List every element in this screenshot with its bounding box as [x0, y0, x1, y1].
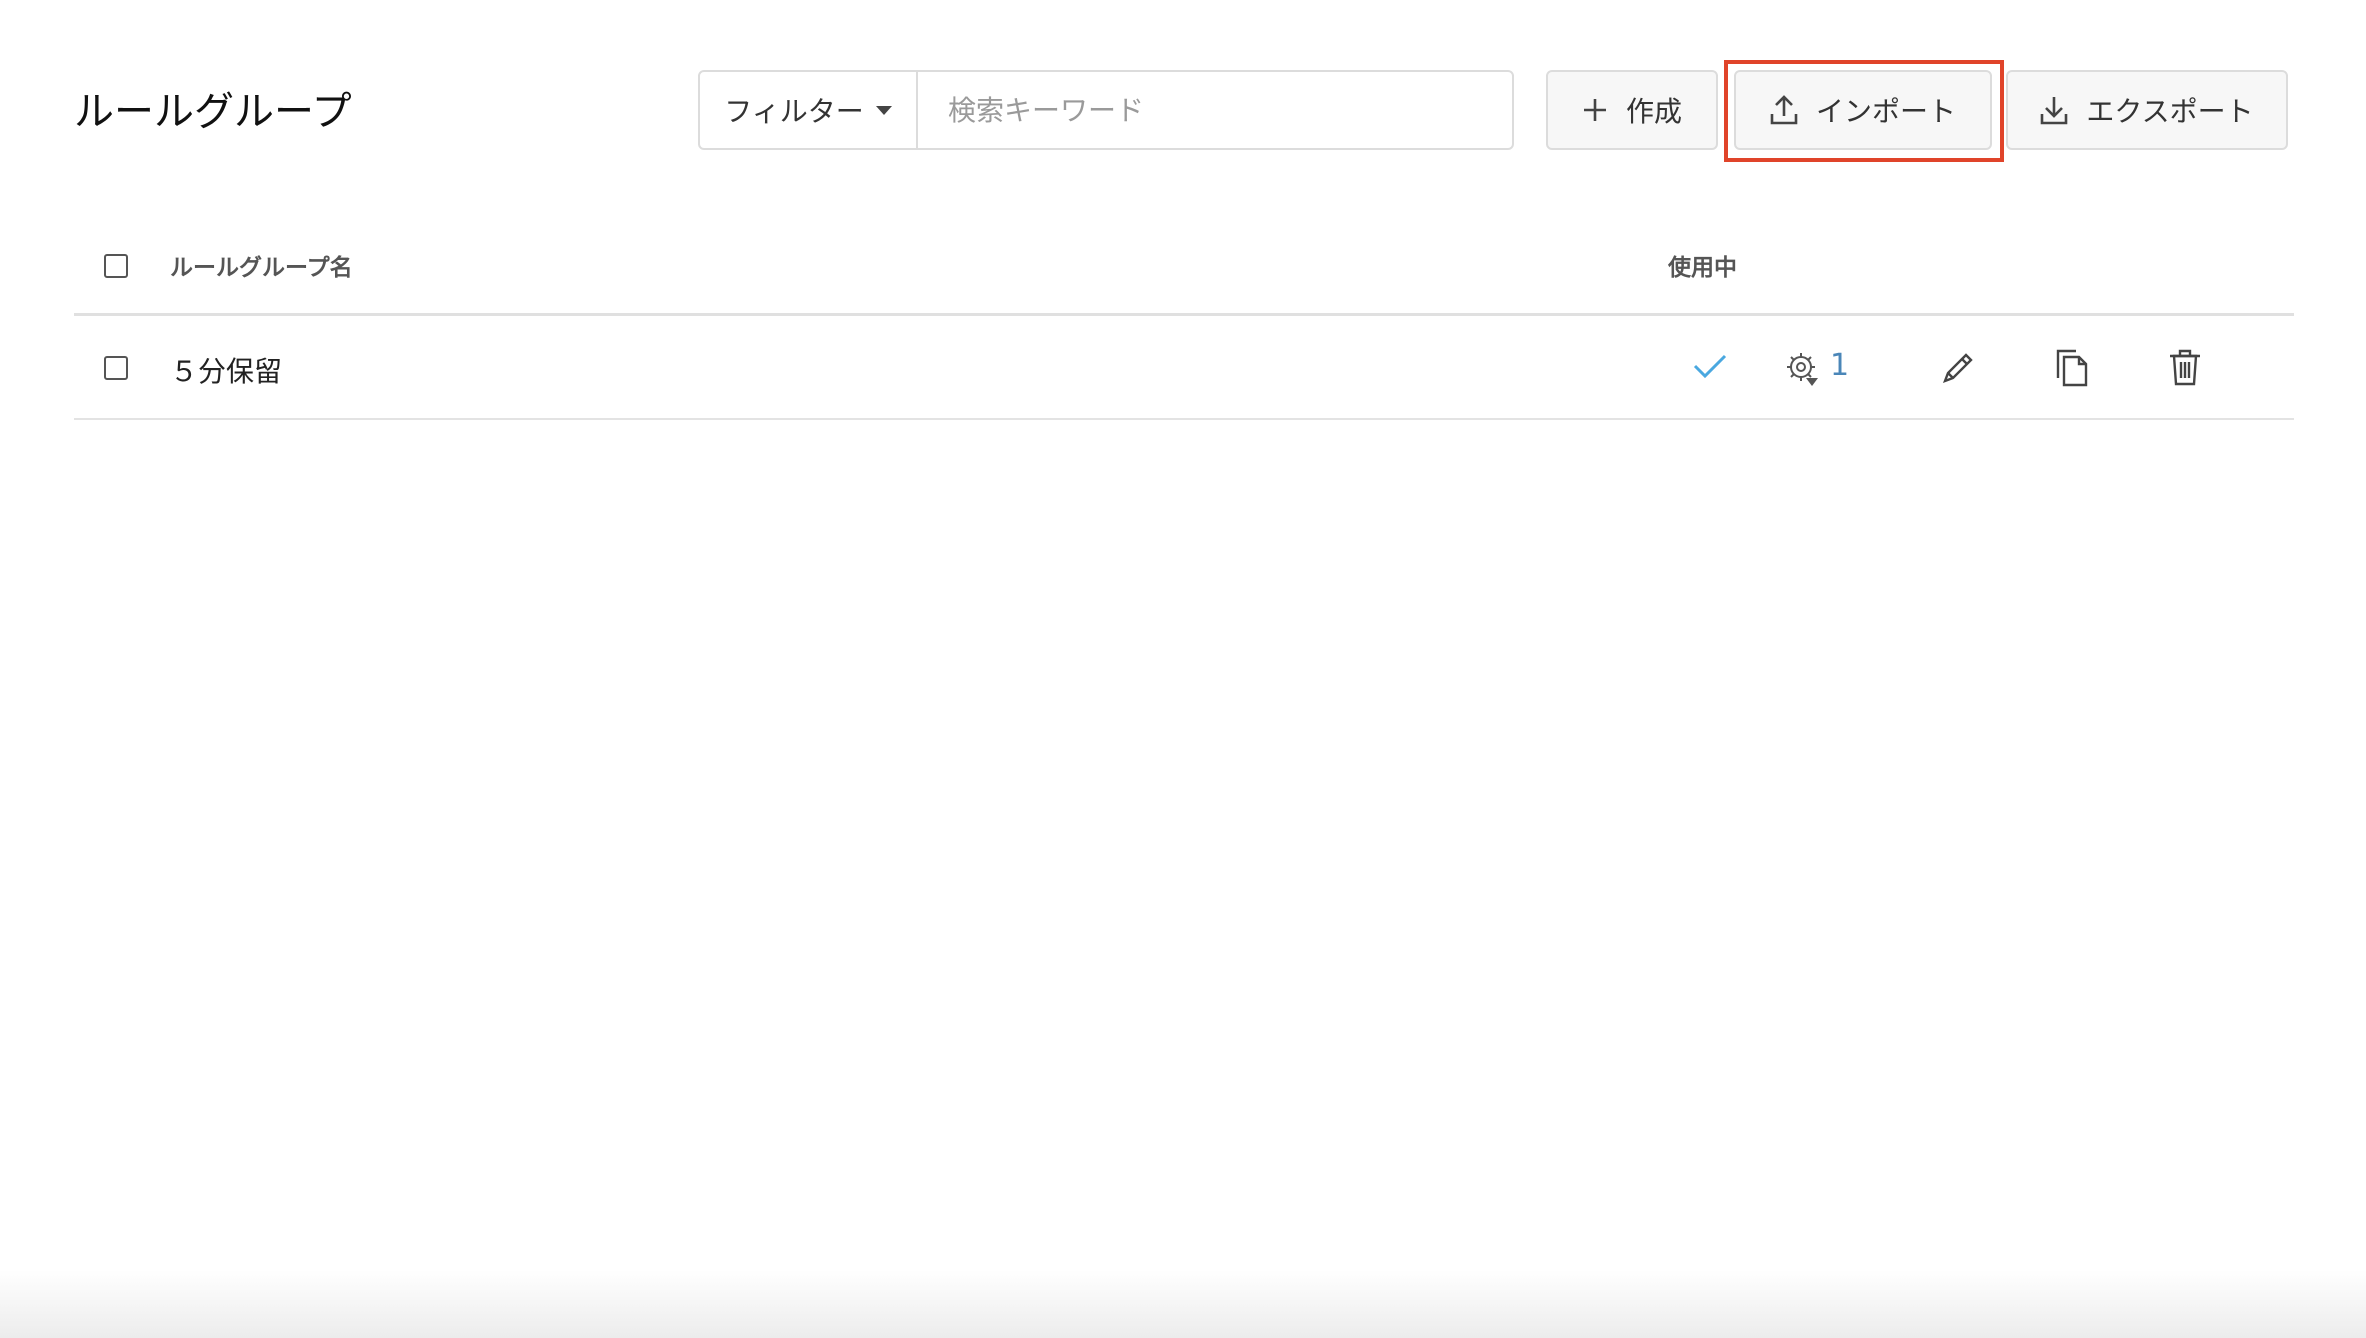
filter-label: フィルター — [724, 95, 864, 128]
rule-group-name: ５分保留 — [170, 355, 283, 388]
row-checkbox[interactable] — [104, 356, 128, 380]
download-icon — [2041, 97, 2068, 125]
rule-count[interactable]: 1 — [1830, 348, 1849, 383]
column-header-name: ルールグループ名 — [170, 255, 353, 281]
filter-dropdown[interactable]: フィルター — [700, 72, 918, 148]
check-icon — [1692, 352, 1728, 384]
rule-group-page: ルールグループ フィルター 作成 インポート エクスポート — [0, 0, 2366, 1338]
search-input[interactable] — [918, 72, 1512, 148]
table-row: ５分保留 1 — [74, 316, 2294, 420]
create-button[interactable]: 作成 — [1546, 70, 1718, 150]
import-label: インポート — [1815, 95, 1956, 128]
caret-down-icon — [875, 105, 892, 115]
select-all-checkbox[interactable] — [104, 254, 128, 278]
export-label: エクスポート — [2086, 95, 2254, 128]
plus-icon — [1583, 99, 1606, 121]
gear-icon[interactable] — [1784, 350, 1822, 392]
column-header-in-use: 使用中 — [1668, 255, 1737, 281]
import-button[interactable]: インポート — [1734, 70, 1992, 150]
export-button[interactable]: エクスポート — [2006, 70, 2288, 150]
create-label: 作成 — [1625, 95, 1682, 128]
copy-icon[interactable] — [2054, 348, 2090, 392]
search-group: フィルター — [698, 70, 1514, 150]
trash-icon[interactable] — [2168, 348, 2202, 390]
table-header: ルールグループ名 使用中 — [74, 228, 2294, 316]
pencil-icon[interactable] — [1940, 350, 1976, 390]
bottom-shadow — [0, 1270, 2366, 1338]
upload-icon — [1770, 95, 1798, 125]
page-title: ルールグループ — [74, 89, 352, 135]
